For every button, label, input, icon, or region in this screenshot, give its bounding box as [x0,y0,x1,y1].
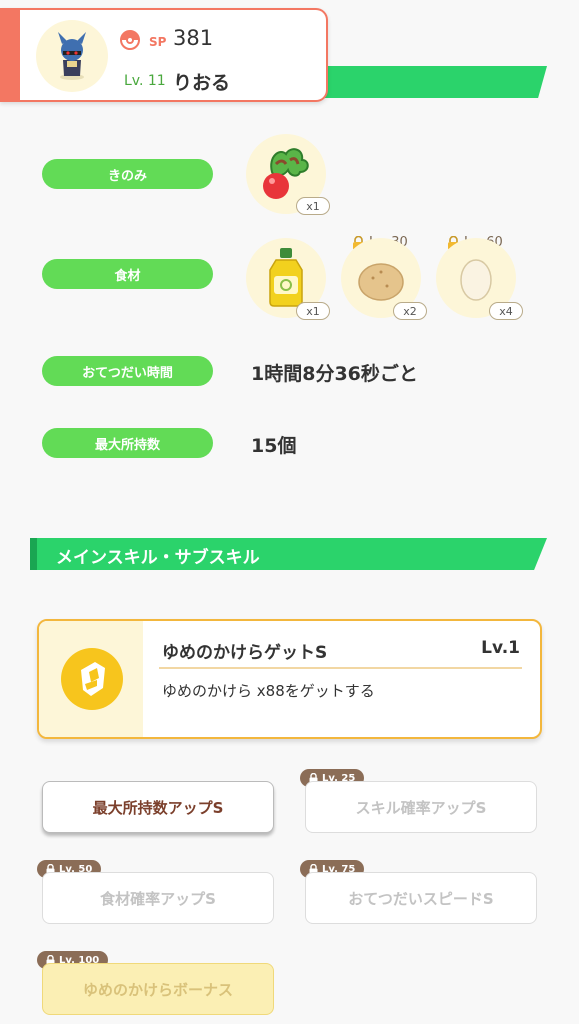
help-time-value: 1時間8分36秒ごと [251,363,418,385]
main-skill-description: ゆめのかけら x88をゲットする [162,682,375,700]
main-skill-name: ゆめのかけらゲットS [162,643,328,663]
sub-skill-skill-chance[interactable]: スキル確率アップS [305,781,537,833]
skills-section-banner: メインスキル・サブスキル [30,538,547,570]
max-carry-value: 15個 [251,435,297,457]
main-skill-level: Lv.1 [481,638,520,658]
ingredient-label: 食材 [42,259,213,289]
pokemon-icon [58,32,86,80]
sub-skill-max-carry[interactable]: 最大所持数アップS [42,781,274,833]
egg-qty: x4 [489,302,523,320]
sub-skill-help-speed[interactable]: おてつだいスピードS [305,872,537,924]
max-carry-label: 最大所持数 [42,428,213,458]
banner-mark [30,538,37,570]
pokemon-card: SP 381 Lv. 11 りおる [0,8,328,102]
potato-qty: x2 [393,302,427,320]
main-skill-divider [159,667,522,669]
sub-skill-dream-shard-bonus[interactable]: ゆめのかけらボーナス [42,963,274,1015]
main-skill-card[interactable]: ゆめのかけらゲットS Lv.1 ゆめのかけら x88をゲットする [37,619,542,739]
pokemon-level: Lv. 11 [124,73,166,89]
sub-skill-ingredient-chance[interactable]: 食材確率アップS [42,872,274,924]
help-time-label: おてつだい時間 [42,356,213,386]
card-stripe [0,8,20,102]
main-skill-icon-circle [61,648,123,710]
oil-qty: x1 [296,302,330,320]
berry-label: きのみ [42,159,213,189]
sp-value: 381 [173,26,214,50]
pokemon-avatar [36,20,108,92]
sp-label: SP [149,35,167,49]
dream-shard-icon [81,662,105,696]
berry-qty: x1 [296,197,330,215]
pokemon-name: りおる [173,72,231,94]
skills-section-title: メインスキル・サブスキル [56,548,260,568]
sp-ball-icon [120,30,140,50]
